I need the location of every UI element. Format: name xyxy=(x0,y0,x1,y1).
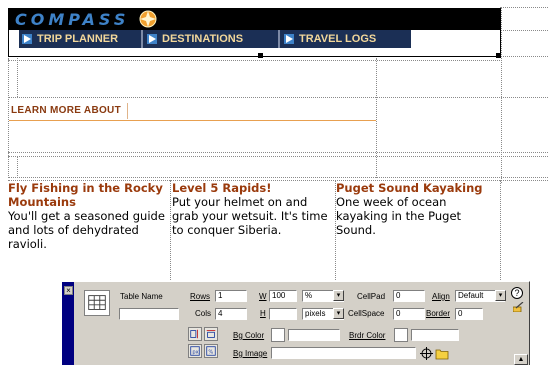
cols-input[interactable]: 4 xyxy=(215,308,247,320)
border-color-input[interactable] xyxy=(411,329,459,341)
arrow-right-icon xyxy=(22,34,32,44)
width-input[interactable]: 100 xyxy=(269,290,297,302)
table-guide xyxy=(500,30,548,31)
resize-handle[interactable] xyxy=(496,53,501,58)
table-guide xyxy=(8,156,548,157)
table-name-label: Table Name xyxy=(120,292,163,301)
rows-input[interactable]: 1 xyxy=(215,290,247,302)
edit-icon[interactable] xyxy=(513,302,524,312)
point-to-file-icon[interactable] xyxy=(420,347,433,360)
column-title: Puget Sound Kayaking xyxy=(336,181,483,195)
expand-collapse-toggle[interactable]: ▲ xyxy=(514,354,528,365)
convert-to-pixels-icon[interactable]: px xyxy=(188,344,202,358)
bg-color-label: Bg Color xyxy=(233,331,265,340)
property-inspector: × Table Name Rows 1 Cols 4 W 100 % ▾ H p… xyxy=(61,281,530,365)
column-title: Level 5 Rapids! xyxy=(172,181,272,195)
chevron-down-icon[interactable]: ▾ xyxy=(333,308,344,319)
svg-text:px: px xyxy=(192,350,198,356)
close-icon[interactable]: × xyxy=(64,286,73,295)
logo-band: COMPASS xyxy=(9,9,500,30)
table-name-input[interactable] xyxy=(119,308,179,320)
divider xyxy=(9,120,376,121)
inspector-title-strip[interactable]: × xyxy=(62,282,74,365)
table-guide xyxy=(500,56,548,57)
border-label: Border xyxy=(426,309,451,318)
learn-more-section: LEARN MORE ABOUT xyxy=(9,103,376,121)
chevron-down-icon[interactable]: ▾ xyxy=(333,290,344,301)
folder-icon[interactable] xyxy=(435,347,450,360)
chevron-down-icon[interactable]: ▾ xyxy=(495,290,506,301)
bg-color-input[interactable] xyxy=(288,329,340,341)
nav-label: TRIP PLANNER xyxy=(37,33,119,45)
cellspace-label: CellSpace xyxy=(348,309,385,318)
nav-item-destinations[interactable]: DESTINATIONS xyxy=(144,30,280,48)
nav-item-travel-logs[interactable]: TRAVEL LOGS xyxy=(281,30,411,48)
arrow-right-icon xyxy=(284,34,294,44)
table-guide xyxy=(17,58,18,97)
table-guide xyxy=(501,8,502,183)
convert-to-percent-icon[interactable]: % xyxy=(204,344,218,358)
svg-text:%: % xyxy=(208,350,213,356)
table-guide xyxy=(17,156,18,178)
main-nav: TRIP PLANNER DESTINATIONS TRAVEL LOGS xyxy=(19,30,411,48)
width-label: W xyxy=(259,292,267,301)
column-body: Put your helmet on and grab your wetsuit… xyxy=(172,195,328,237)
resize-handle[interactable] xyxy=(258,53,263,58)
height-input[interactable] xyxy=(269,308,297,320)
arrow-right-icon xyxy=(147,34,157,44)
nav-label: DESTINATIONS xyxy=(162,33,244,45)
table-guide xyxy=(8,97,548,98)
bg-color-swatch[interactable] xyxy=(271,328,285,342)
cellpad-label: CellPad xyxy=(357,292,386,301)
compass-star-icon xyxy=(139,10,157,28)
border-color-label: Brdr Color xyxy=(349,331,386,340)
bg-image-input[interactable] xyxy=(271,347,416,359)
table-guide xyxy=(8,152,548,153)
column-body: One week of ocean kayaking in the Puget … xyxy=(336,195,462,237)
table-guide xyxy=(500,7,548,8)
site-header: COMPASS TRIP PLANNER DESTINATIONS TRAVEL… xyxy=(8,8,501,58)
content-column: Level 5 Rapids! Put your helmet on and g… xyxy=(172,181,336,237)
table-guide xyxy=(500,180,501,280)
bg-image-label: Bg Image xyxy=(233,349,268,358)
border-input[interactable]: 0 xyxy=(455,308,483,320)
border-color-swatch[interactable] xyxy=(394,328,408,342)
cellpad-input[interactable]: 0 xyxy=(393,290,425,302)
nav-item-trip-planner[interactable]: TRIP PLANNER xyxy=(19,30,143,48)
table-guide xyxy=(8,60,500,61)
column-body: You'll get a seasoned guide and lots of … xyxy=(8,209,165,251)
height-label: H xyxy=(260,309,266,318)
cols-label: Cols xyxy=(195,309,212,318)
help-icon[interactable]: ? xyxy=(511,287,523,299)
table-guide xyxy=(170,180,171,280)
table-icon xyxy=(84,290,110,316)
table-guide xyxy=(8,177,548,178)
rows-label: Rows xyxy=(190,292,211,301)
table-guide xyxy=(376,58,377,178)
content-column: Fly Fishing in the Rocky Mountains You'l… xyxy=(8,181,170,251)
align-label: Align xyxy=(432,292,450,301)
site-logo[interactable]: COMPASS xyxy=(15,10,129,29)
cellspace-input[interactable]: 0 xyxy=(393,308,425,320)
learn-more-heading: LEARN MORE ABOUT xyxy=(9,103,128,119)
content-column: Puget Sound Kayaking One week of ocean k… xyxy=(336,181,500,237)
clear-heights-icon[interactable] xyxy=(188,327,202,341)
nav-label: TRAVEL LOGS xyxy=(299,33,377,45)
clear-widths-icon[interactable] xyxy=(204,327,218,341)
column-title: Fly Fishing in the Rocky Mountains xyxy=(8,181,163,209)
